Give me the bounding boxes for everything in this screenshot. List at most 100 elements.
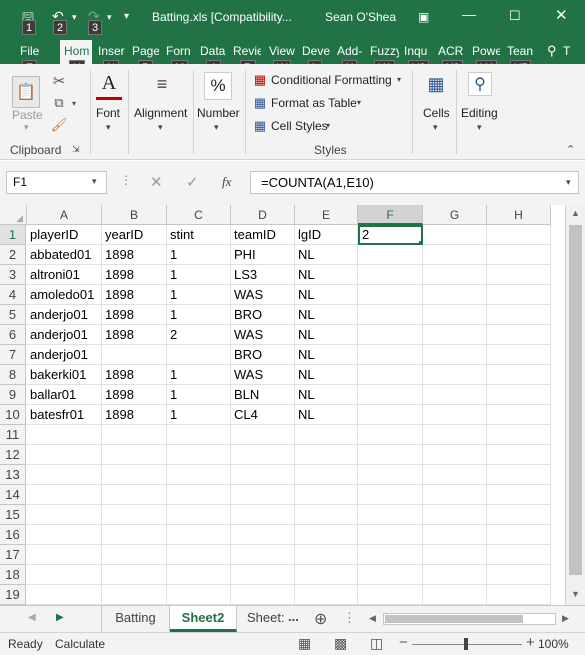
cell-g3[interactable] <box>423 265 487 285</box>
cell-h9[interactable] <box>487 385 551 405</box>
cell-g8[interactable] <box>423 365 487 385</box>
cell-d4[interactable]: WAS <box>231 285 295 305</box>
cell-e1[interactable]: lgID <box>295 225 358 245</box>
maximize-icon[interactable]: ☐ <box>509 8 521 24</box>
cell-h7[interactable] <box>487 345 551 365</box>
select-all-corner[interactable]: ◢ <box>0 205 27 225</box>
cell-e3[interactable]: NL <box>295 265 358 285</box>
cell-c8[interactable]: 1 <box>167 365 231 385</box>
cell-b8[interactable]: 1898 <box>102 365 167 385</box>
row-header-1[interactable]: 1 <box>0 225 26 245</box>
cell-f4[interactable] <box>358 285 423 305</box>
cell-h17[interactable] <box>487 545 551 565</box>
row-header-18[interactable]: 18 <box>0 565 26 585</box>
tell-me-icon[interactable]: ⚲ <box>547 43 561 59</box>
cell-e7[interactable]: NL <box>295 345 358 365</box>
normal-view-icon[interactable]: ▦ <box>298 635 311 652</box>
cell-d19[interactable] <box>231 585 295 605</box>
tab-acrobat[interactable]: ACR <box>438 44 465 58</box>
cell-d15[interactable] <box>231 505 295 525</box>
cell-d2[interactable]: PHI <box>231 245 295 265</box>
cell-g16[interactable] <box>423 525 487 545</box>
cell-b19[interactable] <box>102 585 167 605</box>
cell-h11[interactable] <box>487 425 551 445</box>
column-header-h[interactable]: H <box>487 205 551 225</box>
row-header-3[interactable]: 3 <box>0 265 26 285</box>
copy-icon[interactable]: ⧉ <box>50 94 68 112</box>
cell-b14[interactable] <box>102 485 167 505</box>
font-icon[interactable]: A <box>96 70 122 100</box>
editing-dropdown-icon[interactable]: ▾ <box>477 122 482 133</box>
cell-a8[interactable]: bakerki01 <box>27 365 102 385</box>
zoom-in-icon[interactable]: + <box>526 634 535 651</box>
close-icon[interactable]: ✕ <box>555 6 568 24</box>
scroll-right-icon[interactable]: ▶ <box>562 613 569 624</box>
column-header-g[interactable]: G <box>423 205 487 225</box>
row-header-12[interactable]: 12 <box>0 445 26 465</box>
cell-c13[interactable] <box>167 465 231 485</box>
cell-g14[interactable] <box>423 485 487 505</box>
cell-c14[interactable] <box>167 485 231 505</box>
cell-b15[interactable] <box>102 505 167 525</box>
cell-d3[interactable]: LS3 <box>231 265 295 285</box>
column-header-a[interactable]: A <box>27 205 102 225</box>
cell-e16[interactable] <box>295 525 358 545</box>
paste-dropdown-icon[interactable]: ▾ <box>24 122 29 133</box>
cell-e8[interactable]: NL <box>295 365 358 385</box>
formula-input[interactable]: =COUNTA(A1,E10) <box>250 171 579 194</box>
format-painter-icon[interactable]: 🖌 <box>50 116 68 134</box>
row-header-11[interactable]: 11 <box>0 425 26 445</box>
redo-dropdown-icon[interactable]: ▾ <box>107 12 112 23</box>
cell-f7[interactable] <box>358 345 423 365</box>
cell-e9[interactable]: NL <box>295 385 358 405</box>
conditional-formatting-dropdown-icon[interactable]: ▾ <box>397 75 401 84</box>
conditional-formatting-icon[interactable]: ▦ <box>252 72 268 88</box>
cell-b10[interactable]: 1898 <box>102 405 167 425</box>
cell-c18[interactable] <box>167 565 231 585</box>
cell-d5[interactable]: BRO <box>231 305 295 325</box>
cell-g10[interactable] <box>423 405 487 425</box>
cell-e10[interactable]: NL <box>295 405 358 425</box>
row-header-6[interactable]: 6 <box>0 325 26 345</box>
column-header-c[interactable]: C <box>167 205 231 225</box>
enter-icon[interactable]: ✓ <box>186 173 199 191</box>
cell-f18[interactable] <box>358 565 423 585</box>
cell-a1[interactable]: playerID <box>27 225 102 245</box>
column-header-b[interactable]: B <box>102 205 167 225</box>
scroll-left-icon[interactable]: ◀ <box>369 613 376 624</box>
cell-h14[interactable] <box>487 485 551 505</box>
cell-d16[interactable] <box>231 525 295 545</box>
cell-a16[interactable] <box>27 525 102 545</box>
cell-f12[interactable] <box>358 445 423 465</box>
cell-f16[interactable] <box>358 525 423 545</box>
scroll-up-icon[interactable]: ▲ <box>571 208 580 218</box>
cell-b5[interactable]: 1898 <box>102 305 167 325</box>
cell-g19[interactable] <box>423 585 487 605</box>
cell-e19[interactable] <box>295 585 358 605</box>
tab-view[interactable]: View <box>269 44 296 58</box>
sheet-tab-batting[interactable]: Batting <box>101 606 170 632</box>
cell-b17[interactable] <box>102 545 167 565</box>
user-name[interactable]: Sean O'Shea <box>325 10 396 24</box>
cell-a6[interactable]: anderjo01 <box>27 325 102 345</box>
alignment-icon[interactable]: ≡ <box>150 72 174 96</box>
find-icon[interactable]: ⚲ <box>468 72 492 96</box>
cell-g13[interactable] <box>423 465 487 485</box>
cell-e11[interactable] <box>295 425 358 445</box>
cell-f9[interactable] <box>358 385 423 405</box>
tabs-splitter-icon[interactable]: ⋮ <box>343 610 356 626</box>
editing-button[interactable]: Editing <box>461 106 498 120</box>
cell-h5[interactable] <box>487 305 551 325</box>
format-as-table-dropdown-icon[interactable]: ▾ <box>357 98 361 107</box>
cell-f3[interactable] <box>358 265 423 285</box>
cell-c9[interactable]: 1 <box>167 385 231 405</box>
tab-inquire[interactable]: Inqu <box>404 44 432 58</box>
cell-c11[interactable] <box>167 425 231 445</box>
cell-c6[interactable]: 2 <box>167 325 231 345</box>
sheet-tab-sheet2[interactable]: Sheet2 <box>170 606 237 632</box>
cell-b13[interactable] <box>102 465 167 485</box>
cell-d6[interactable]: WAS <box>231 325 295 345</box>
vertical-scroll-thumb[interactable] <box>569 225 582 575</box>
paste-button[interactable]: Paste <box>12 108 43 122</box>
cell-b1[interactable]: yearID <box>102 225 167 245</box>
